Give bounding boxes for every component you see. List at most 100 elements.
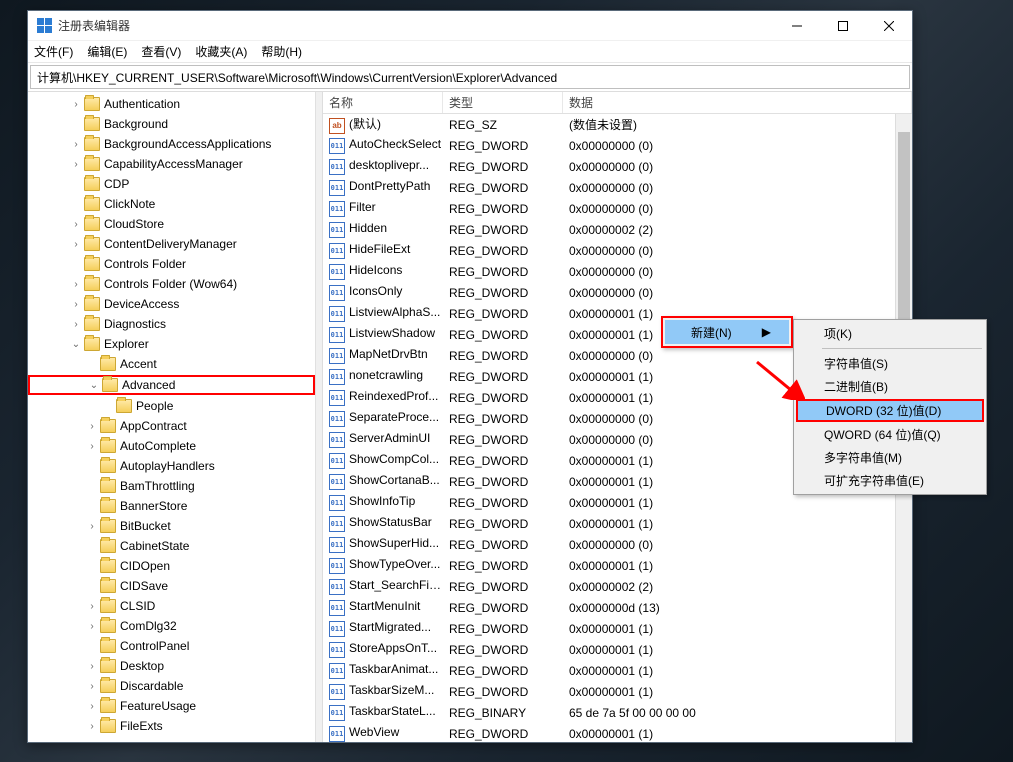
tree-item[interactable]: ›Controls Folder (Wow64)	[28, 274, 315, 294]
tree-item[interactable]: BamThrottling	[28, 476, 315, 496]
tree-item[interactable]: CabinetState	[28, 536, 315, 556]
scrollbar-thumb[interactable]	[898, 132, 910, 332]
chevron-right-icon[interactable]: ›	[68, 319, 84, 330]
list-row[interactable]: 011ShowSuperHid...REG_DWORD0x00000000 (0…	[323, 534, 912, 555]
tree-item[interactable]: ›AutoComplete	[28, 436, 315, 456]
list-row[interactable]: 011StoreAppsOnT...REG_DWORD0x00000001 (1…	[323, 639, 912, 660]
menu-new-multistring[interactable]: 多字符串值(M)	[796, 446, 984, 469]
menu-new-qword[interactable]: QWORD (64 位)值(Q)	[796, 423, 984, 446]
chevron-right-icon[interactable]: ›	[84, 701, 100, 712]
tree-item[interactable]: CIDOpen	[28, 556, 315, 576]
tree-item[interactable]: ⌄Advanced	[28, 375, 315, 395]
list-row[interactable]: 011StartMigrated...REG_DWORD0x00000001 (…	[323, 618, 912, 639]
chevron-right-icon[interactable]: ›	[68, 299, 84, 310]
chevron-right-icon[interactable]: ›	[84, 621, 100, 632]
tree-item[interactable]: Background	[28, 114, 315, 134]
tree-item[interactable]: ›CapabilityAccessManager	[28, 154, 315, 174]
dword-value-icon: 011	[329, 285, 345, 301]
tree-item[interactable]: AutoplayHandlers	[28, 456, 315, 476]
splitter[interactable]	[316, 92, 323, 742]
address-bar[interactable]: 计算机\HKEY_CURRENT_USER\Software\Microsoft…	[30, 65, 910, 89]
tree-item[interactable]: ›BitBucket	[28, 516, 315, 536]
tree-item[interactable]: CIDSave	[28, 576, 315, 596]
value-data: 0x00000001 (1)	[563, 685, 912, 699]
tree-item[interactable]: ›ComDlg32	[28, 616, 315, 636]
menu-new-expandstring[interactable]: 可扩充字符串值(E)	[796, 469, 984, 492]
list-row[interactable]: ab(默认)REG_SZ(数值未设置)	[323, 114, 912, 135]
menu-new-binary[interactable]: 二进制值(B)	[796, 375, 984, 398]
chevron-right-icon[interactable]: ›	[68, 239, 84, 250]
chevron-right-icon[interactable]: ›	[84, 661, 100, 672]
menu-new-key[interactable]: 项(K)	[796, 322, 984, 345]
tree-item[interactable]: Controls Folder	[28, 254, 315, 274]
key-tree[interactable]: ›AuthenticationBackground›BackgroundAcce…	[28, 92, 316, 742]
chevron-down-icon[interactable]: ⌄	[86, 380, 102, 391]
title-bar[interactable]: 注册表编辑器	[28, 11, 912, 41]
dword-value-icon: 011	[329, 558, 345, 574]
chevron-right-icon[interactable]: ›	[84, 421, 100, 432]
list-row[interactable]: 011ShowInfoTipREG_DWORD0x00000001 (1)	[323, 492, 912, 513]
tree-item[interactable]: ›CLSID	[28, 596, 315, 616]
tree-item[interactable]: People	[28, 396, 315, 416]
col-type[interactable]: 类型	[443, 92, 563, 113]
tree-item[interactable]: ›Authentication	[28, 94, 315, 114]
tree-item[interactable]: ›Desktop	[28, 656, 315, 676]
tree-item[interactable]: ›Discardable	[28, 676, 315, 696]
chevron-right-icon[interactable]: ›	[84, 681, 100, 692]
chevron-right-icon[interactable]: ›	[84, 441, 100, 452]
chevron-right-icon[interactable]: ›	[84, 521, 100, 532]
chevron-right-icon[interactable]: ›	[68, 99, 84, 110]
list-row[interactable]: 011ShowStatusBarREG_DWORD0x00000001 (1)	[323, 513, 912, 534]
dword-value-icon: 011	[329, 243, 345, 259]
minimize-button[interactable]	[774, 11, 820, 41]
menu-new-dword[interactable]: DWORD (32 位)值(D)	[796, 399, 984, 422]
tree-item[interactable]: ⌄Explorer	[28, 334, 315, 354]
chevron-down-icon[interactable]: ⌄	[68, 339, 84, 350]
list-row[interactable]: 011Start_SearchFilesREG_DWORD0x00000002 …	[323, 576, 912, 597]
list-row[interactable]: 011DontPrettyPathREG_DWORD0x00000000 (0)	[323, 177, 912, 198]
list-row[interactable]: 011TaskbarStateL...REG_BINARY65 de 7a 5f…	[323, 702, 912, 723]
tree-item[interactable]: ClickNote	[28, 194, 315, 214]
tree-item[interactable]: BannerStore	[28, 496, 315, 516]
chevron-right-icon[interactable]: ›	[68, 279, 84, 290]
list-row[interactable]: 011HideFileExtREG_DWORD0x00000000 (0)	[323, 240, 912, 261]
tree-item[interactable]: ›FeatureUsage	[28, 696, 315, 716]
tree-item[interactable]: CDP	[28, 174, 315, 194]
list-row[interactable]: 011FilterREG_DWORD0x00000000 (0)	[323, 198, 912, 219]
list-row[interactable]: 011AutoCheckSelectREG_DWORD0x00000000 (0…	[323, 135, 912, 156]
list-row[interactable]: 011desktoplivepr...REG_DWORD0x00000000 (…	[323, 156, 912, 177]
tree-item[interactable]: Accent	[28, 354, 315, 374]
tree-item[interactable]: ›DeviceAccess	[28, 294, 315, 314]
chevron-right-icon[interactable]: ›	[68, 219, 84, 230]
list-row[interactable]: 011HiddenREG_DWORD0x00000002 (2)	[323, 219, 912, 240]
maximize-button[interactable]	[820, 11, 866, 41]
tree-item[interactable]: ›ContentDeliveryManager	[28, 234, 315, 254]
list-row[interactable]: 011ShowTypeOver...REG_DWORD0x00000001 (1…	[323, 555, 912, 576]
tree-item[interactable]: ›BackgroundAccessApplications	[28, 134, 315, 154]
tree-item[interactable]: ›CloudStore	[28, 214, 315, 234]
tree-item[interactable]: ControlPanel	[28, 636, 315, 656]
tree-item[interactable]: ›AppContract	[28, 416, 315, 436]
chevron-right-icon[interactable]: ›	[84, 721, 100, 732]
list-row[interactable]: 011TaskbarSizeM...REG_DWORD0x00000001 (1…	[323, 681, 912, 702]
col-data[interactable]: 数据	[563, 92, 912, 113]
chevron-right-icon[interactable]: ›	[68, 159, 84, 170]
list-row[interactable]: 011WebViewREG_DWORD0x00000001 (1)	[323, 723, 912, 742]
menu-new[interactable]: 新建(N) ▶	[665, 320, 789, 344]
close-button[interactable]	[866, 11, 912, 41]
menu-favorites[interactable]: 收藏夹(A)	[195, 43, 247, 60]
menu-file[interactable]: 文件(F)	[34, 43, 73, 60]
menu-new-string[interactable]: 字符串值(S)	[796, 352, 984, 375]
list-row[interactable]: 011HideIconsREG_DWORD0x00000000 (0)	[323, 261, 912, 282]
menu-edit[interactable]: 编辑(E)	[87, 43, 127, 60]
col-name[interactable]: 名称	[323, 92, 443, 113]
chevron-right-icon[interactable]: ›	[84, 601, 100, 612]
menu-view[interactable]: 查看(V)	[141, 43, 181, 60]
list-row[interactable]: 011IconsOnlyREG_DWORD0x00000000 (0)	[323, 282, 912, 303]
chevron-right-icon[interactable]: ›	[68, 139, 84, 150]
list-row[interactable]: 011StartMenuInitREG_DWORD0x0000000d (13)	[323, 597, 912, 618]
list-row[interactable]: 011TaskbarAnimat...REG_DWORD0x00000001 (…	[323, 660, 912, 681]
tree-item[interactable]: ›Diagnostics	[28, 314, 315, 334]
menu-help[interactable]: 帮助(H)	[261, 43, 302, 60]
tree-item[interactable]: ›FileExts	[28, 716, 315, 736]
